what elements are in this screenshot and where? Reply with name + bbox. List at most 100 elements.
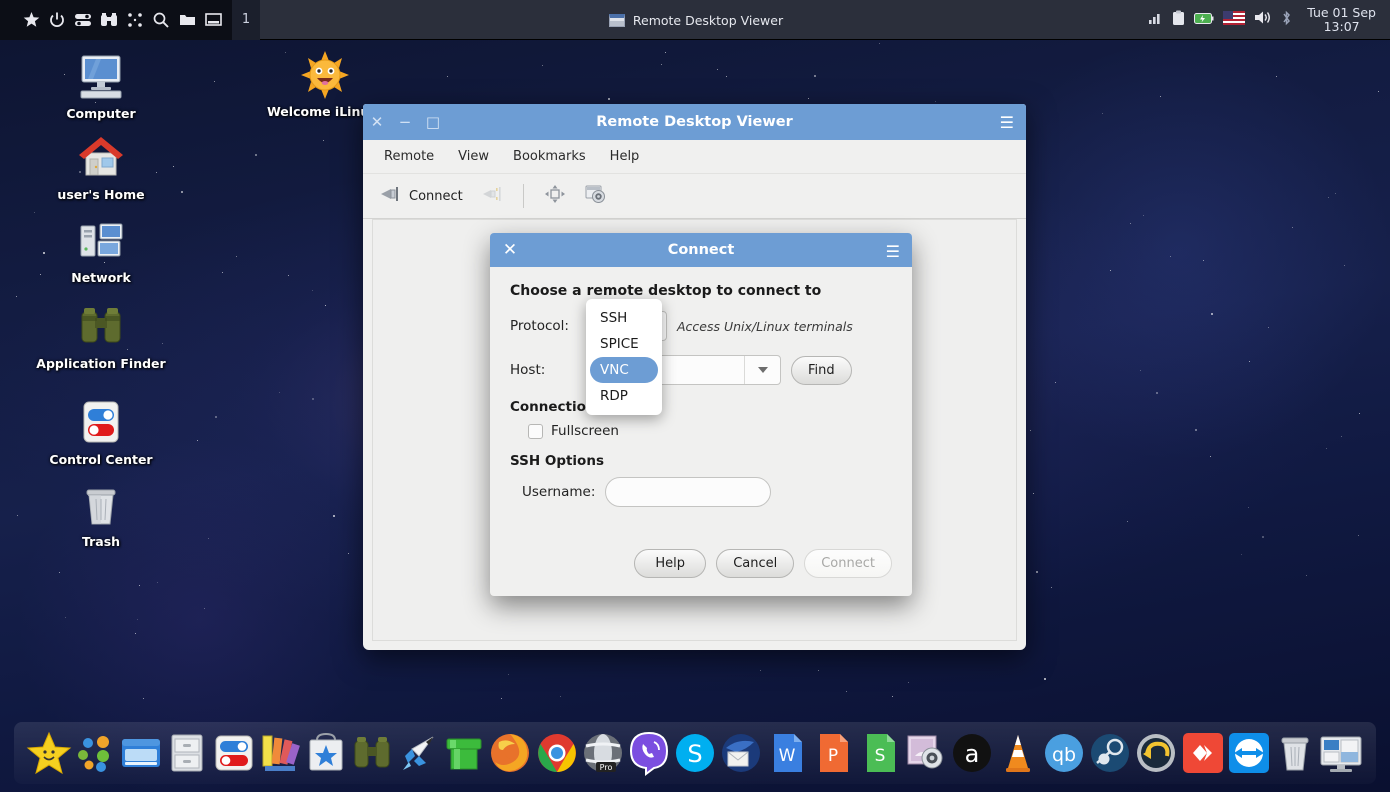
dock-item-window-manager[interactable] [118,730,164,776]
toolbar-fullscreen-button[interactable] [538,180,572,212]
connect-dialog[interactable]: ✕ Connect ☰ Choose a remote desktop to c… [490,233,912,596]
dock-item-spreadsheet[interactable]: S [857,730,903,776]
dock-item-viber[interactable] [626,730,672,776]
wallpaper-star [507,673,509,675]
clock-time: 13:07 [1323,18,1360,34]
toolbar-connect-button[interactable]: Connect [373,180,469,212]
fullscreen-checkbox[interactable] [528,423,543,439]
wallpaper-star [323,139,325,141]
dock-item-backup-restore[interactable] [1133,730,1179,776]
protocol-option-vnc[interactable]: VNC [590,357,658,383]
grid-icon[interactable] [122,0,148,40]
toolbar-disconnect-button[interactable] [475,180,509,212]
folder-icon[interactable] [174,0,200,40]
dialog-titlebar[interactable]: ✕ Connect ☰ [490,233,912,267]
wallpaper-star [142,698,144,700]
wallpaper-star [181,191,184,194]
dock-item-color-palette[interactable] [257,730,303,776]
menu-remote[interactable]: Remote [373,145,445,168]
binoculars-icon[interactable] [96,0,122,40]
dialog-menu-button[interactable]: ☰ [886,233,900,269]
dock: Pro S W P S a qb [14,722,1376,784]
dock-item-word-processor[interactable]: W [764,730,810,776]
desktop-icon-home[interactable]: user's Home [36,133,166,202]
clock[interactable]: Tue 01 Sep 13:07 [1301,4,1380,34]
battery-icon[interactable] [1194,10,1214,29]
wallpaper-star [1210,313,1213,316]
dialog-close-button[interactable]: ✕ [490,232,530,268]
clipboard-icon[interactable] [1172,10,1185,30]
window-close-button[interactable]: ✕ [363,104,391,140]
star-icon[interactable] [18,0,44,40]
menu-bookmarks[interactable]: Bookmarks [502,145,597,168]
signal-icon[interactable] [1148,10,1163,29]
dock-item-audacity[interactable]: a [949,730,995,776]
toolbar-screenshot-button[interactable] [578,180,614,212]
dock-item-screenshot-tool[interactable] [903,730,949,776]
dock-item-opera-pro[interactable]: Pro [580,730,626,776]
clock-date: Tue 01 Sep [1307,4,1376,20]
window-minimize-button[interactable]: − [391,104,419,140]
protocol-row: Protocol: SSH Access Unix/Linux terminal… [510,311,892,341]
window-titlebar[interactable]: ✕ − □ Remote Desktop Viewer ☰ [363,104,1026,140]
dock-item-firefox[interactable] [487,730,533,776]
wallpaper-star [725,75,727,77]
desktop-icon-computer[interactable]: Computer [36,52,166,121]
volume-icon[interactable] [1254,10,1272,29]
find-button[interactable]: Find [791,355,852,385]
dock-item-anydesk[interactable] [1180,730,1226,776]
flag-icon[interactable] [1223,10,1246,29]
desktop-icon-control-center[interactable]: Control Center [36,398,166,467]
wallpaper-star [934,101,936,103]
workspace-indicator[interactable]: 1 [232,0,260,40]
dock-item-trash[interactable] [1272,730,1318,776]
cancel-button[interactable]: Cancel [716,549,795,578]
dock-item-presentation[interactable]: P [810,730,856,776]
dock-item-file-cabinet[interactable] [164,730,210,776]
window-menu-button[interactable]: ☰ [1000,104,1014,140]
power-icon[interactable] [44,0,70,40]
wallpaper-star [808,98,810,100]
dock-item-control-center[interactable] [211,730,257,776]
dock-item-vlc[interactable] [995,730,1041,776]
protocol-option-spice[interactable]: SPICE [586,331,662,357]
dock-item-green-pipe[interactable] [441,730,487,776]
plug-disconnect-icon [481,184,503,208]
dialog-title: Connect [667,242,735,258]
bluetooth-icon[interactable] [1281,10,1292,30]
window-maximize-button[interactable]: □ [419,104,447,140]
protocol-option-rdp[interactable]: RDP [586,383,662,409]
wallpaper-star [311,398,314,401]
desktop-icon-network[interactable]: Network [36,216,166,285]
username-input[interactable] [605,477,772,507]
protocol-option-ssh[interactable]: SSH [586,305,662,331]
window-icon[interactable] [200,0,226,40]
dock-item-binoculars[interactable] [349,730,395,776]
desktop-icon-trash[interactable]: Trash [36,480,166,549]
wallpaper-star [1055,382,1057,384]
menu-help[interactable]: Help [599,145,651,168]
dock-item-chrome[interactable] [534,730,580,776]
protocol-dropdown-popup[interactable]: SSH SPICE VNC RDP [586,299,662,415]
dock-item-rocket[interactable] [395,730,441,776]
desktop-icon-application-finder[interactable]: Application Finder [36,302,166,371]
host-caret[interactable] [744,356,780,384]
dock-item-smiley-star[interactable] [26,730,72,776]
dock-item-colorful-dots[interactable] [72,730,118,776]
trash-icon [74,480,128,530]
menu-view[interactable]: View [447,145,500,168]
help-button[interactable]: Help [634,549,707,578]
taskbar-button-remote-desktop-viewer[interactable]: Remote Desktop Viewer [599,5,793,35]
wallpaper-star [173,165,175,167]
settings-toggle-icon[interactable] [70,0,96,40]
dock-item-app-store[interactable] [303,730,349,776]
fullscreen-row[interactable]: Fullscreen [528,423,892,439]
dock-item-mail[interactable] [718,730,764,776]
dock-item-steam[interactable] [1087,730,1133,776]
search-icon[interactable] [148,0,174,40]
dock-item-skype[interactable]: S [672,730,718,776]
dock-item-teamviewer[interactable] [1226,730,1272,776]
dock-item-remote-desktop-viewer[interactable] [1318,730,1364,776]
wallpaper-star [1126,521,1128,523]
dock-item-qbittorrent[interactable]: qb [1041,730,1087,776]
